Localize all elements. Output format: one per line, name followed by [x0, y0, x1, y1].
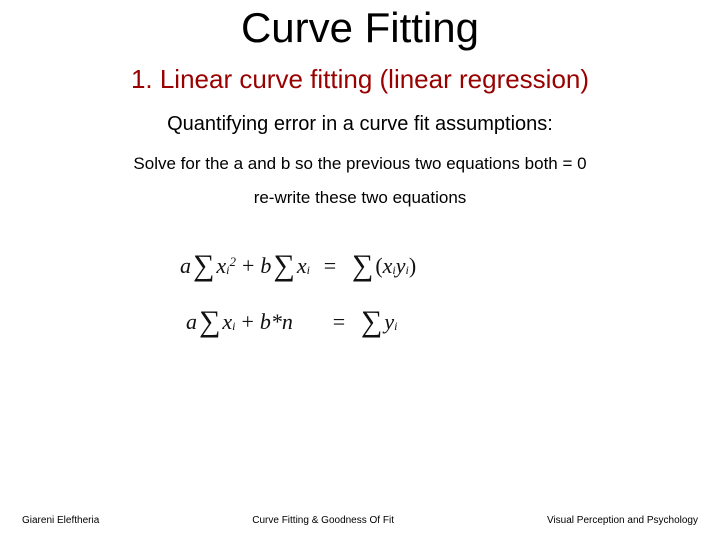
page-title: Curve Fitting [0, 0, 720, 52]
var-y: y [396, 253, 406, 279]
subscript-i: i [392, 263, 395, 278]
body-line-2: Solve for the a and b so the previous tw… [0, 154, 720, 174]
equation-1-rhs: ∑ ( xi yi ) [350, 249, 416, 283]
sigma-icon: ∑ [197, 305, 222, 339]
plus-sign: + [236, 253, 260, 279]
body-line-3: re-write these two equations [0, 188, 720, 208]
sigma-icon: ∑ [359, 305, 384, 339]
equation-2-lhs: a ∑ xi + b*n [180, 305, 293, 339]
coef-b: b [260, 253, 271, 279]
sigma-icon: ∑ [350, 249, 375, 283]
equation-2-rhs: ∑ yi [359, 305, 398, 339]
right-paren: ) [409, 253, 416, 279]
coef-a: a [180, 253, 191, 279]
sigma-icon: ∑ [191, 249, 216, 283]
footer-course: Visual Perception and Psychology [547, 515, 698, 526]
section-heading: 1. Linear curve fitting (linear regressi… [0, 64, 720, 95]
equals-sign: = [319, 309, 359, 335]
sigma-icon: ∑ [271, 249, 296, 283]
equals-sign: = [310, 253, 350, 279]
left-paren: ( [375, 253, 382, 279]
equation-1-lhs: a ∑ xi2 + b ∑ xi [180, 249, 310, 283]
subscript-i: i [232, 319, 235, 334]
var-x: x [297, 253, 307, 279]
var-x: x [222, 309, 232, 335]
coef-a: a [186, 309, 197, 335]
equation-1: a ∑ xi2 + b ∑ xi = ∑ ( xi yi ) [180, 238, 540, 294]
equation-block: a ∑ xi2 + b ∑ xi = ∑ ( xi yi ) a ∑ xi [180, 238, 540, 350]
term-bn: b*n [260, 309, 293, 335]
subscript-i: i [394, 319, 397, 334]
footer-author: Giareni Eleftheria [22, 515, 99, 526]
slide: Curve Fitting 1. Linear curve fitting (l… [0, 0, 720, 540]
var-y: y [384, 309, 394, 335]
footer-title: Curve Fitting & Goodness Of Fit [99, 515, 547, 526]
body-line-1: Quantifying error in a curve fit assumpt… [0, 113, 720, 136]
superscript-2: 2 [230, 254, 237, 270]
equation-2: a ∑ xi + b*n = ∑ yi [180, 294, 540, 350]
subscript-i: i [307, 263, 310, 278]
footer: Giareni Eleftheria Curve Fitting & Goodn… [0, 515, 720, 526]
plus-sign: + [236, 309, 260, 335]
var-x: x [383, 253, 393, 279]
var-x: x [216, 253, 226, 279]
subscript-i: i [406, 263, 409, 278]
